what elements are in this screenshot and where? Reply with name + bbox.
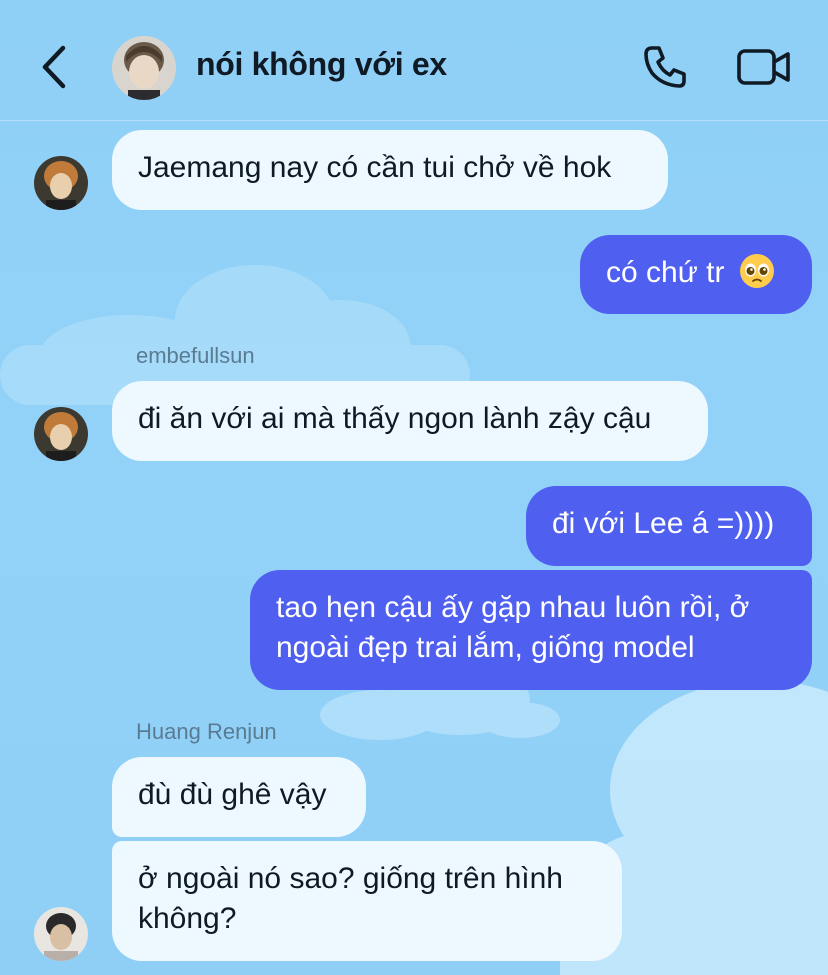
video-camera-icon [737, 49, 790, 85]
message-text: đi ăn với ai mà thấy ngon lành zậy cậu [138, 402, 652, 435]
avatar-photo [34, 156, 88, 210]
message-bubble[interactable]: đi ăn với ai mà thấy ngon lành zậy cậu [112, 381, 708, 461]
video-call-button[interactable] [734, 42, 794, 92]
pleading-face-emoji [739, 253, 775, 300]
phone-icon [644, 46, 686, 88]
avatar-photo [34, 407, 88, 461]
message-bubble[interactable]: Jaemang nay có cần tui chở về hok [112, 130, 668, 210]
sender-avatar[interactable] [34, 907, 88, 961]
voice-call-button[interactable] [638, 42, 692, 92]
message-text-line: ở ngoài nó sao? giống trên hình [138, 862, 563, 895]
message-text: Jaemang nay có cần tui chở về hok [138, 151, 612, 184]
avatar-photo [34, 907, 88, 961]
message-bubble[interactable]: ở ngoài nó sao? giống trên hình không? [112, 841, 622, 961]
message-bubble[interactable]: đù đù ghê vậy [112, 757, 366, 837]
message-text: đi với Lee á =)))) [552, 507, 775, 540]
message-bubble[interactable]: đi với Lee á =)))) [526, 486, 812, 566]
sender-avatar[interactable] [34, 407, 88, 461]
avatar-photo [112, 36, 176, 100]
sender-name: embefullsun [136, 343, 255, 368]
message-text-line: ngoài đẹp trai lắm, giống model [276, 631, 695, 664]
chat-header: nói không với ex [0, 0, 828, 121]
sender-avatar[interactable] [34, 156, 88, 210]
back-button[interactable] [32, 40, 76, 94]
message-text-line: tao hẹn cậu ấy gặp nhau luôn rồi, ở [276, 591, 750, 624]
chevron-left-icon [42, 45, 66, 89]
chat-title: nói không với ex [196, 46, 447, 82]
message-bubble[interactable]: tao hẹn cậu ấy gặp nhau luôn rồi, ở ngoà… [250, 570, 812, 690]
message-bubble[interactable]: có chứ tr [580, 235, 812, 314]
sender-name: Huang Renjun [136, 719, 277, 744]
message-text: có chứ tr [606, 256, 725, 289]
chat-avatar[interactable] [112, 36, 176, 100]
message-text-line: không? [138, 902, 237, 935]
message-text: đù đù ghê vậy [138, 778, 327, 811]
